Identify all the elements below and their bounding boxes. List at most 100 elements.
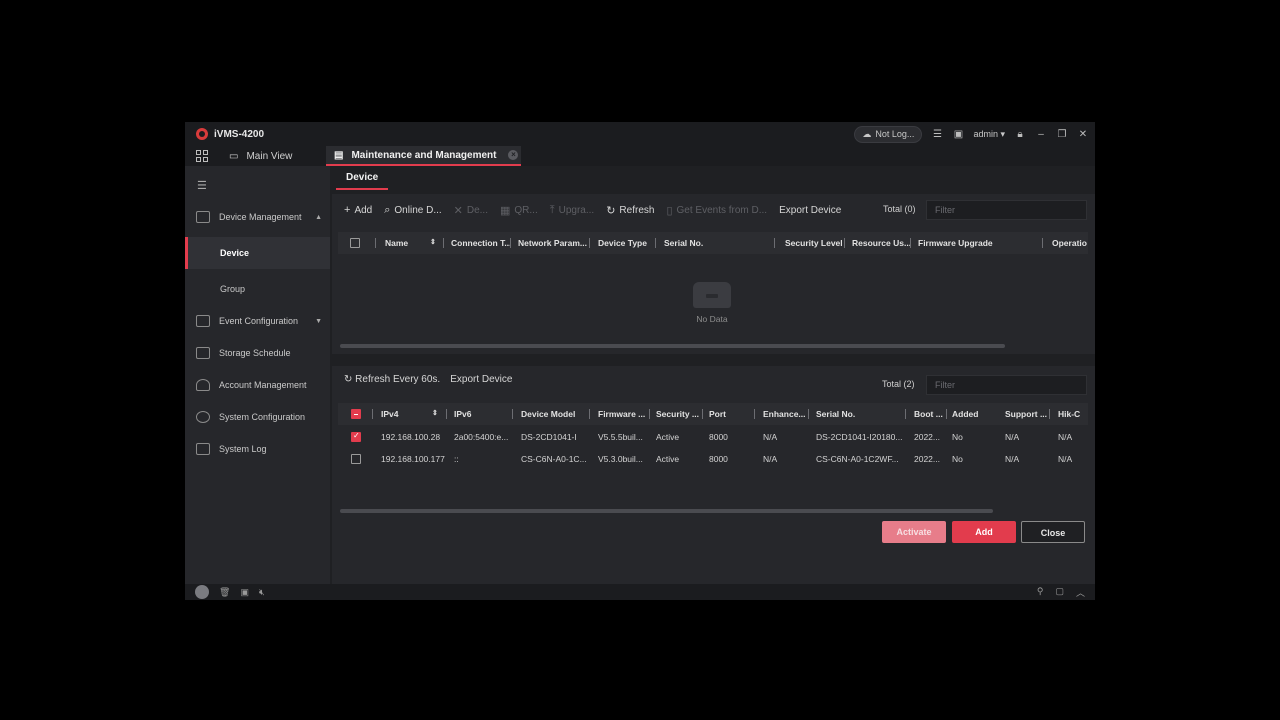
col-connection-type[interactable]: Connection T... (451, 232, 511, 254)
column-separator (446, 409, 447, 419)
delete-button[interactable]: ✕ De... (454, 204, 488, 217)
column-separator (1042, 238, 1043, 248)
col-added[interactable]: Added (952, 403, 992, 425)
col-firmware-upgrade[interactable]: Firmware Upgrade (918, 232, 1038, 254)
event-icon (196, 315, 210, 327)
col-name[interactable]: Name (385, 232, 431, 254)
camera-icon: ▭ (229, 150, 239, 162)
col-serial-no[interactable]: Serial No. (664, 232, 764, 254)
tab-close-icon[interactable]: × (508, 150, 519, 160)
select-all-checkbox[interactable] (350, 238, 360, 248)
cell-firmware: V5.3.0buil... (598, 454, 643, 464)
col-device-type[interactable]: Device Type (598, 232, 656, 254)
device-table-scrollbar[interactable] (340, 344, 1005, 348)
sidebar-item-storage-schedule[interactable]: Storage Schedule (185, 337, 330, 369)
column-separator (808, 409, 809, 419)
empty-box-icon (693, 282, 731, 308)
cell-security: Active (656, 454, 680, 464)
mute-icon[interactable]: 🔇︎ (259, 587, 265, 598)
tab-maintenance[interactable]: ▤ Maintenance and Management × (326, 146, 521, 166)
get-events-button[interactable]: ▯ Get Events from D... (666, 204, 767, 217)
col-serial-no[interactable]: Serial No. (816, 403, 896, 425)
column-separator (754, 409, 755, 419)
user-menu[interactable]: admin ▾ (973, 129, 1005, 140)
column-separator (589, 238, 590, 248)
close-icon[interactable]: ✕ (1077, 128, 1089, 140)
select-all-online-checkbox[interactable] (351, 409, 361, 419)
col-resource-usage[interactable]: Resource Us... (852, 232, 910, 254)
sidebar-item-event-configuration[interactable]: Event Configuration ▼ (185, 305, 330, 337)
restore-icon[interactable]: ❐ (1056, 128, 1068, 140)
col-support[interactable]: Support ... (1005, 403, 1049, 425)
modules-grid-icon[interactable] (196, 150, 208, 162)
chevron-up-icon[interactable]: ︿ (1076, 586, 1085, 599)
sort-icon[interactable]: ⇕ (430, 232, 436, 254)
lock-icon[interactable]: 🔒︎ (1014, 128, 1026, 140)
sidebar-item-system-configuration[interactable]: System Configuration (185, 401, 330, 433)
export-device-button[interactable]: Export Device (779, 205, 841, 216)
image-icon[interactable]: ▣ (240, 587, 249, 598)
chevron-up-icon: ▲ (315, 213, 322, 221)
tab-main-view[interactable]: ▭ Main View (229, 146, 292, 166)
device-filter-input[interactable]: Filter (926, 200, 1087, 220)
sidebar: ☰ Device Management ▲ Device Group Event… (185, 166, 330, 584)
window-icon[interactable]: ▢ (1055, 586, 1064, 599)
col-firmware[interactable]: Firmware ... (598, 403, 648, 425)
upgrade-button[interactable]: ⤒ Upgra... (550, 204, 594, 217)
plus-icon: + (344, 204, 351, 216)
login-status-button[interactable]: ☁ Not Log... (854, 125, 923, 143)
col-network-params[interactable]: Network Param... (518, 232, 590, 254)
online-devices-button[interactable]: ⌕ Online D... (384, 204, 441, 217)
cell-security: Active (656, 432, 680, 442)
qr-icon: ▦ (500, 204, 511, 217)
sidebar-item-device[interactable]: Device (185, 237, 330, 269)
trash-icon[interactable]: 🗑︎ (219, 587, 230, 598)
col-port[interactable]: Port (709, 403, 749, 425)
col-boot[interactable]: Boot ... (914, 403, 948, 425)
table-row[interactable]: 192.168.100.177 :: CS-C6N-A0-1C... V5.3.… (338, 448, 1088, 470)
col-hik[interactable]: Hik-C (1058, 403, 1088, 425)
avatar[interactable] (195, 585, 209, 599)
title-bar-controls: ☁ Not Log... ☰ ▣ admin ▾ 🔒︎ – ❐ ✕ (854, 122, 1089, 146)
pin-icon[interactable]: ⚲ (1037, 586, 1044, 599)
sidebar-item-label: Device Management (219, 212, 302, 222)
col-device-model[interactable]: Device Model (521, 403, 587, 425)
add-button[interactable]: Add (952, 521, 1016, 543)
col-ipv6[interactable]: IPv6 (454, 403, 514, 425)
sidebar-item-device-management[interactable]: Device Management ▲ (185, 201, 330, 233)
online-table-scrollbar[interactable] (340, 509, 993, 513)
table-row[interactable]: 192.168.100.28 2a00:5400:e... DS-2CD1041… (338, 426, 1088, 448)
minimize-icon[interactable]: – (1035, 128, 1047, 140)
refresh-button[interactable]: ↻ Refresh (606, 204, 654, 217)
col-ipv4[interactable]: IPv4 (381, 403, 431, 425)
activate-button[interactable]: Activate (882, 521, 946, 543)
col-operation[interactable]: Operatio (1052, 232, 1088, 254)
picture-icon[interactable]: ▣ (952, 128, 964, 140)
qr-button[interactable]: ▦ QR... (500, 204, 538, 217)
col-security[interactable]: Security ... (656, 403, 702, 425)
row-checkbox[interactable] (351, 431, 361, 442)
col-security-level[interactable]: Security Level (785, 232, 843, 254)
col-enhance[interactable]: Enhance... (763, 403, 807, 425)
column-separator (649, 409, 650, 419)
sidebar-item-system-log[interactable]: System Log (185, 433, 330, 465)
cell-serial: DS-2CD1041-I20180... (816, 432, 903, 442)
title-bar: iVMS-4200 ☁ Not Log... ☰ ▣ admin ▾ 🔒︎ – … (185, 122, 1095, 146)
cell-ipv6: :: (454, 454, 459, 464)
subtab-device[interactable]: Device (336, 166, 389, 190)
menu-icon[interactable]: ☰ (197, 179, 207, 192)
sidebar-item-account-management[interactable]: Account Management (185, 369, 330, 401)
sort-icon[interactable]: ⇕ (432, 403, 438, 425)
online-filter-input[interactable]: Filter (926, 375, 1087, 395)
sidebar-item-group[interactable]: Group (185, 273, 330, 305)
add-device-button[interactable]: + Add (344, 204, 372, 216)
column-separator (372, 409, 373, 419)
column-separator (910, 238, 911, 248)
list-icon[interactable]: ☰ (931, 128, 943, 140)
refresh-every-button[interactable]: ↻ Refresh Every 60s. (344, 374, 440, 385)
close-button[interactable]: Close (1021, 521, 1085, 543)
cell-added: No (952, 454, 963, 464)
export-online-device-button[interactable]: Export Device (450, 374, 512, 385)
row-checkbox[interactable] (351, 454, 361, 464)
get-events-label: Get Events from D... (676, 204, 768, 216)
